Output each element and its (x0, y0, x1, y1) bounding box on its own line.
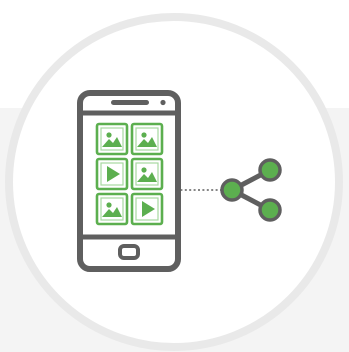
image-sun (106, 202, 112, 208)
image-sun (141, 132, 147, 138)
share-node-left (220, 178, 244, 202)
phone-camera (160, 99, 166, 106)
image-icon (130, 157, 164, 191)
share-illustration (0, 0, 349, 352)
phone-speaker (111, 100, 149, 105)
share-node-bottom (258, 198, 282, 222)
smartphone-icon (77, 90, 181, 272)
play-video-icon (95, 157, 129, 191)
phone-body (77, 90, 181, 272)
image-sun (141, 167, 147, 173)
image-icon (95, 122, 129, 156)
phone-home-button (118, 244, 140, 260)
image-icon (130, 122, 164, 156)
share-media-illustration (0, 13, 349, 352)
image-icon (95, 192, 129, 226)
share-node-top (258, 158, 282, 182)
image-sun (106, 132, 112, 138)
play-video-icon (130, 192, 164, 226)
